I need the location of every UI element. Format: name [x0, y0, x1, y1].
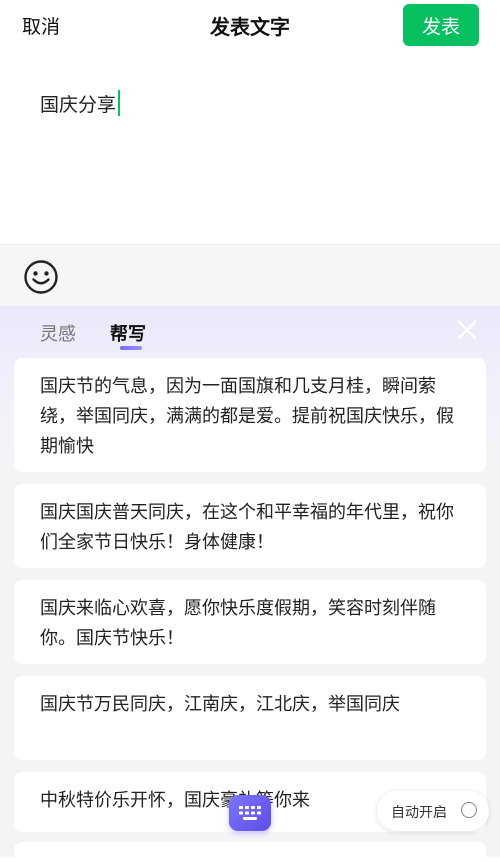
text-caret [118, 90, 121, 116]
close-icon[interactable] [456, 319, 478, 341]
text-editor[interactable]: 国庆分享 [0, 52, 500, 244]
keyboard-icon [239, 806, 261, 820]
publish-button[interactable]: 发表 [403, 4, 479, 46]
suggestion-text: 国庆节万民同庆，江南庆，江北庆，举国同庆 [40, 694, 400, 715]
editor-text: 国庆分享 [40, 94, 117, 116]
toggle-circle-icon [461, 802, 477, 818]
suggestion-text: 国庆节的气息，因为一面国旗和几支月桂，瞬间萦绕，举国同庆，满满的都是爱。提前祝国… [40, 376, 454, 457]
emoji-bar [0, 244, 500, 307]
suggestion-card[interactable]: 国庆来临心欢喜，愿你快乐度假期，笑容时刻伴随你。国庆节快乐！ [14, 580, 486, 664]
tab-help-write[interactable]: 帮写 [110, 320, 146, 346]
suggestion-card-partial[interactable] [14, 842, 486, 862]
keyboard-button[interactable] [229, 795, 271, 831]
suggestion-text: 国庆来临心欢喜，愿你快乐度假期，笑容时刻伴随你。国庆节快乐！ [40, 598, 436, 649]
emoji-icon[interactable] [23, 259, 59, 295]
editor-text-wrap: 国庆分享 [40, 90, 121, 117]
auto-open-toggle[interactable]: 自动开启 [377, 791, 489, 831]
active-tab-indicator [120, 346, 142, 350]
suggestion-card[interactable]: 国庆国庆普天同庆，在这个和平幸福的年代里，祝你们全家节日快乐！身体健康！ [14, 484, 486, 568]
auto-open-label: 自动开启 [391, 805, 447, 821]
tab-inspiration[interactable]: 灵感 [40, 320, 76, 346]
suggestion-card[interactable]: 国庆节的气息，因为一面国旗和几支月桂，瞬间萦绕，举国同庆，满满的都是爱。提前祝国… [14, 358, 486, 472]
suggestion-text: 国庆国庆普天同庆，在这个和平幸福的年代里，祝你们全家节日快乐！身体健康！ [40, 502, 454, 553]
suggestion-card[interactable]: 国庆节万民同庆，江南庆，江北庆，举国同庆 [14, 676, 486, 760]
top-bar: 取消 发表文字 发表 [0, 0, 500, 52]
